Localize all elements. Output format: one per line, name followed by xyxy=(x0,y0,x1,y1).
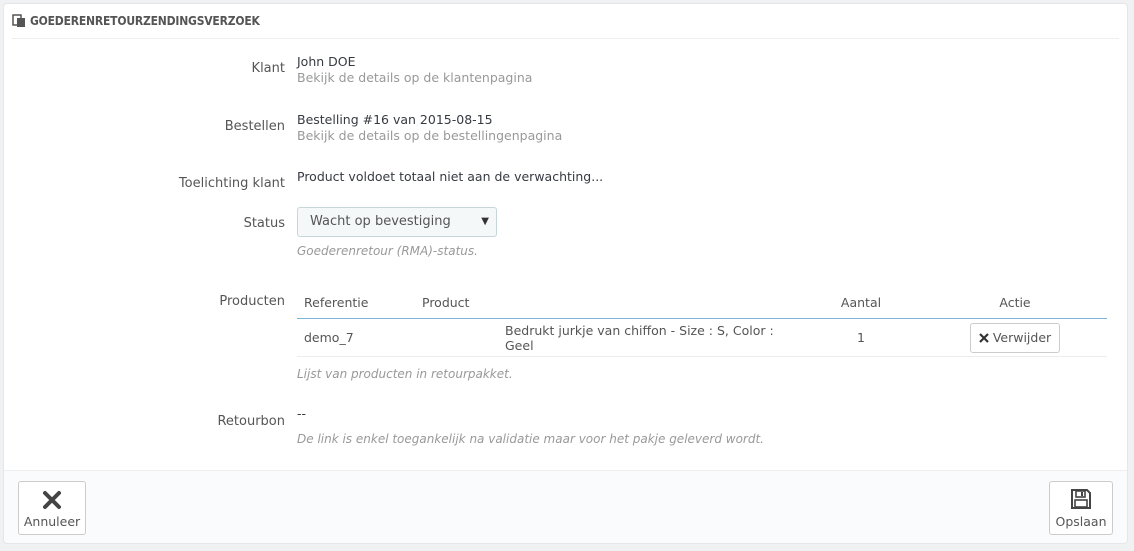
voucher-label: Retourbon xyxy=(217,414,285,429)
table-header-row: Referentie Product Aantal Actie xyxy=(297,286,1107,319)
close-icon xyxy=(43,491,61,509)
remove-product-button[interactable]: Verwijder xyxy=(969,322,1061,353)
row-product: Bedrukt jurkje van chiffon - Size : S, C… xyxy=(415,318,799,357)
save-button[interactable]: Opslaan xyxy=(1049,481,1113,535)
row-action: Verwijder xyxy=(923,318,1107,357)
panel-heading: GOEDERENRETOURZENDINGSVERZOEK xyxy=(12,4,1119,39)
voucher-value: -- xyxy=(297,406,307,421)
order-value: Bestelling #16 van 2015-08-15 Bekijk de … xyxy=(297,112,562,143)
row-quantity: 1 xyxy=(799,318,923,357)
table-row: demo_7 Bedrukt jurkje van chiffon - Size… xyxy=(297,318,1107,357)
products-table: Referentie Product Aantal Actie demo_7 B… xyxy=(297,286,1107,357)
status-select[interactable]: Wacht op bevestiging ▼ xyxy=(297,207,497,237)
cancel-label: Annuleer xyxy=(23,514,81,529)
customer-label: Klant xyxy=(251,61,285,76)
order-reference: Bestelling #16 van 2015-08-15 xyxy=(297,112,493,127)
status-selected-value: Wacht op bevestiging xyxy=(310,214,451,229)
order-label: Bestellen xyxy=(224,119,285,134)
voucher-help: De link is enkel toegankelijk na validat… xyxy=(297,432,764,446)
comment-value: Product voldoet totaal niet aan de verwa… xyxy=(297,169,604,184)
row-reference: demo_7 xyxy=(297,318,415,357)
remove-product-label: Verwijder xyxy=(992,330,1052,345)
close-icon xyxy=(979,332,989,343)
panel-footer: Annuleer Opslaan xyxy=(4,470,1127,543)
dropdown-caret-icon: ▼ xyxy=(481,216,489,227)
customer-details-link[interactable]: Bekijk de details op de klantenpagina xyxy=(297,70,532,85)
status-help: Goederenretour (RMA)-status. xyxy=(297,244,478,258)
comment-label: Toelichting klant xyxy=(178,176,285,191)
products-label: Producten xyxy=(219,294,285,309)
products-help: Lijst van producten in retourpakket. xyxy=(297,367,513,381)
col-reference: Referentie xyxy=(297,286,415,319)
customer-value: John DOE Bekijk de details op de klanten… xyxy=(297,54,532,85)
status-label: Status xyxy=(243,216,285,231)
save-label: Opslaan xyxy=(1055,514,1107,529)
save-icon xyxy=(1071,489,1091,509)
rma-panel: GOEDERENRETOURZENDINGSVERZOEK Klant John… xyxy=(3,3,1128,544)
cancel-button[interactable]: Annuleer xyxy=(18,481,86,535)
customer-name: John DOE xyxy=(297,54,356,69)
col-product: Product xyxy=(415,286,799,319)
col-quantity: Aantal xyxy=(799,286,923,319)
copy-icon xyxy=(12,14,25,27)
col-action: Actie xyxy=(923,286,1107,319)
page-title: GOEDERENRETOURZENDINGSVERZOEK xyxy=(30,14,260,28)
order-details-link[interactable]: Bekijk de details op de bestellingenpagi… xyxy=(297,128,562,143)
